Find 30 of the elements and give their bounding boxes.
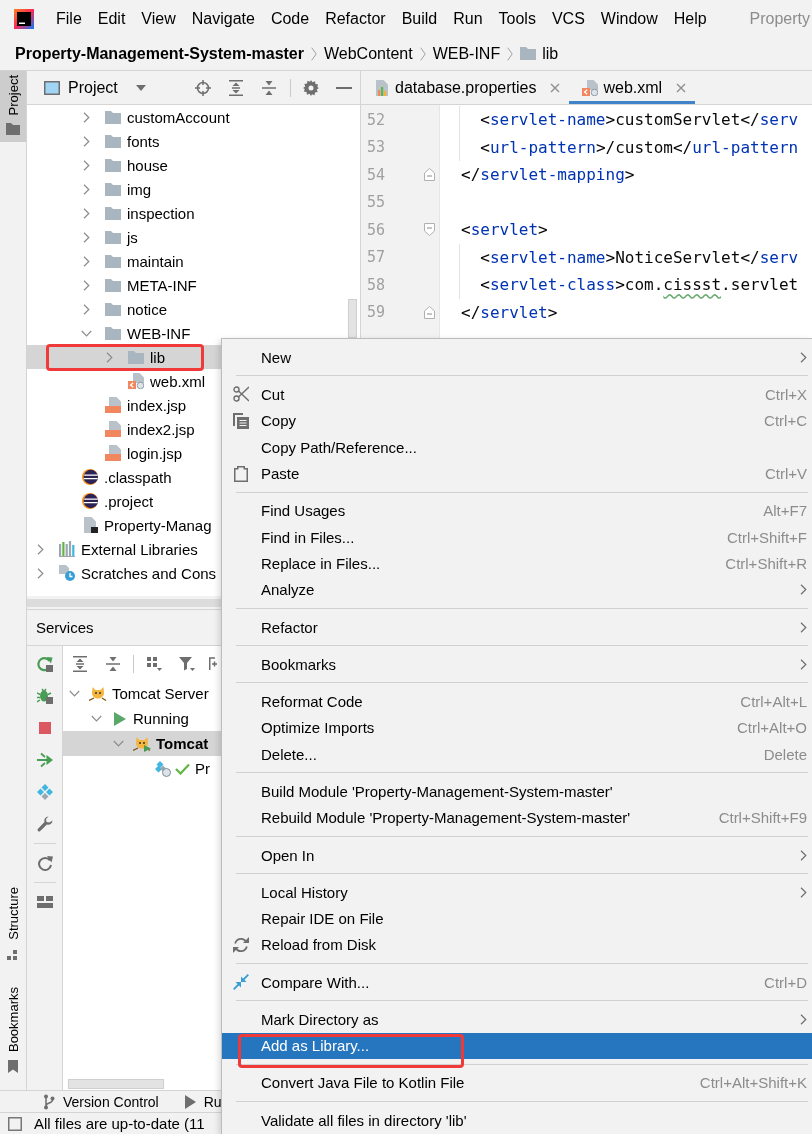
line-number: 55 [366,193,387,212]
line-number: 57 [366,248,387,267]
code-line: <servlet-name>NoticeServlet</serv [480,247,799,267]
panel-title: Services [36,619,94,636]
code-line: </servlet> [461,302,558,322]
line-number: 56 [366,220,387,239]
code-line: <servlet-class>com.cissst.servlet [480,275,799,295]
shortcut-text: Ctrl+Shift+R [724,555,807,572]
code-line: <servlet-name>customServlet</serv [480,110,799,130]
status-text: All files are up-to-date (11 [34,1115,205,1132]
shortcut-text: Ctrl+Shift+F [725,528,807,546]
shortcut-text: Alt+F7 [762,502,807,520]
shortcut-text: Ctrl+C [763,412,807,430]
line-number: 53 [366,138,387,157]
line-number: 52 [366,110,387,129]
code-line: </servlet-mapping> [461,165,635,185]
shortcut-text: Ctrl+D [763,973,807,991]
shortcut-text: Ctrl+Alt+L [739,692,807,710]
shortcut-text: Ctrl+Alt+Shift+K [698,1074,807,1092]
window-title: Property [749,9,810,28]
shortcut-text: Ctrl+Alt+O [735,719,807,737]
shortcut-text: Ctrl+V [763,465,807,483]
shortcut-text: Ctrl+X [763,385,807,403]
code-line: <servlet> [461,220,548,240]
line-number: 54 [366,165,387,184]
line-number: 58 [366,275,387,294]
shortcut-text: Ctrl+Shift+F9 [717,809,807,827]
code-line: <url-pattern>/custom</url-pattern [480,137,799,157]
line-number: 59 [366,303,387,322]
shortcut-text: Delete [762,745,807,763]
